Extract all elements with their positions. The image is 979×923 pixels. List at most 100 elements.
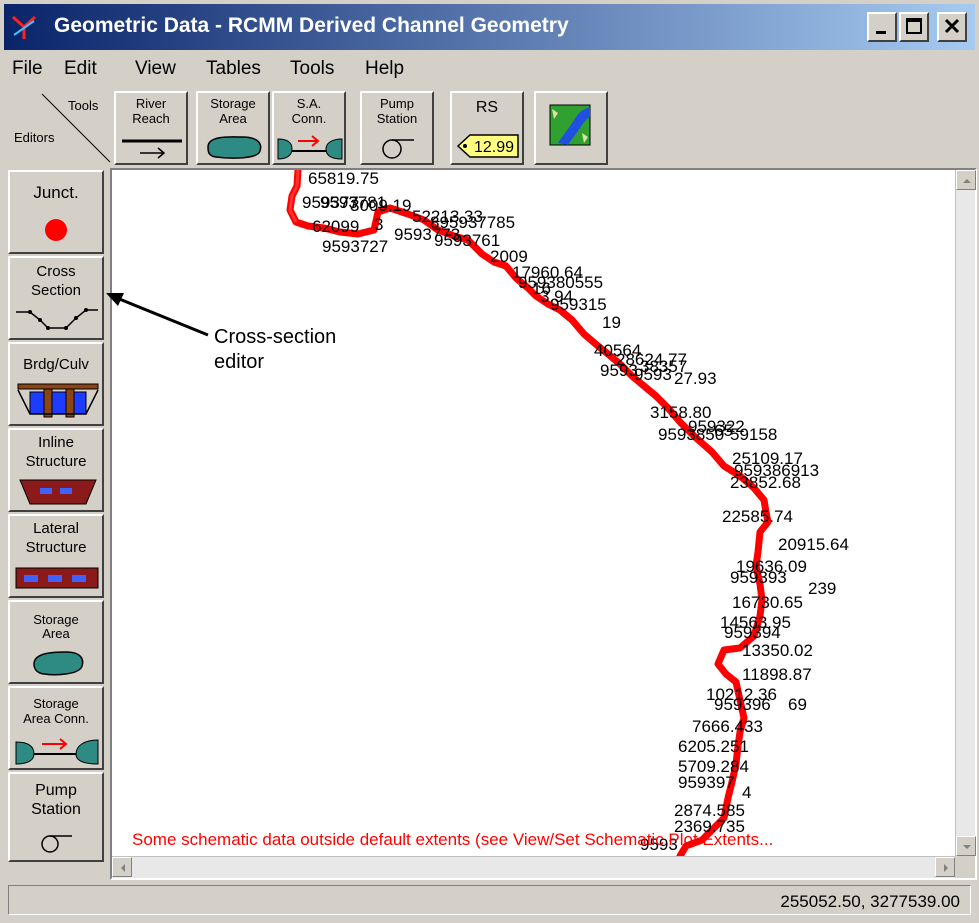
lateral-structure-label-2: Structure	[25, 539, 87, 556]
window-title: Geometric Data - RCMM Derived Channel Ge…	[54, 14, 569, 37]
storage-area-label-2: Area	[219, 111, 247, 126]
storage-area-conn-icon	[15, 738, 99, 765]
station-label: 6205.251	[678, 737, 749, 756]
storage-area-conn-label-2: Area Conn.	[23, 711, 89, 726]
sa-conn-label-1: S.A.	[296, 96, 322, 111]
station-label: 23852.68	[730, 473, 801, 492]
station-label: 19	[602, 313, 621, 332]
status-coordinates-cell: 255052.50, 3277539.00	[8, 885, 971, 915]
schematic-svg: 65819.7595937795937813009.1962099 3 52213.…	[286, 170, 849, 856]
rs-tag-value: 12.99	[474, 139, 514, 156]
tools-label: Tools	[68, 98, 99, 113]
river-reach-label-1: River	[135, 96, 167, 111]
scroll-left-button[interactable]	[112, 857, 132, 877]
menu-file[interactable]: File	[12, 58, 43, 80]
station-label: 27.93	[674, 369, 717, 388]
background-map-icon	[549, 104, 591, 146]
scroll-up-button[interactable]	[956, 170, 976, 190]
menu-help[interactable]: Help	[365, 58, 404, 80]
menu-bar: File Edit View Tables Tools Help	[4, 53, 975, 85]
station-label: 7666.433	[692, 717, 763, 736]
pump-station-label-2: Station	[376, 111, 418, 126]
arrow-right-icon	[944, 864, 948, 872]
arrow-left-icon	[121, 864, 125, 872]
pump-station-icon	[382, 139, 414, 159]
cross-section-label-2: Section	[30, 282, 82, 299]
river-reach-button[interactable]: River Reach	[114, 91, 188, 165]
arrow-up-icon	[963, 179, 971, 183]
cursor-coordinates: 255052.50, 3277539.00	[780, 892, 960, 911]
callout-line-2: editor	[214, 351, 265, 373]
title-bar[interactable]: Geometric Data - RCMM Derived Channel Ge…	[4, 4, 975, 50]
station-label: 4	[742, 783, 751, 802]
minimize-icon	[876, 31, 886, 34]
station-label: 22585.74	[722, 507, 793, 526]
cross-section-callout: Cross-section editor	[214, 325, 336, 375]
maximize-icon	[906, 18, 922, 34]
storage-area-icon	[33, 651, 84, 676]
inline-structure-editor-button[interactable]: Inline Structure	[8, 428, 104, 512]
station-label: 11898.87	[742, 665, 812, 684]
station-label: 9593	[634, 365, 672, 384]
station-label: 9593727	[322, 237, 388, 256]
station-label: 65819.75	[308, 170, 379, 188]
pump-station-label-1: Pump	[380, 96, 414, 111]
geometric-data-window: Geometric Data - RCMM Derived Channel Ge…	[0, 0, 979, 923]
pump-station-icon	[41, 835, 72, 853]
menu-edit[interactable]: Edit	[64, 58, 97, 80]
bridge-culvert-icon	[17, 383, 99, 418]
inline-structure-icon	[19, 479, 97, 505]
inline-structure-label-2: Structure	[25, 453, 87, 470]
menu-view[interactable]: View	[135, 58, 176, 80]
storage-area-tool-button[interactable]: Storage Area	[196, 91, 270, 165]
callout-line-1: Cross-section	[214, 326, 337, 348]
river-reach-label-2: Reach	[132, 111, 170, 126]
horizontal-scrollbar[interactable]	[112, 856, 955, 878]
station-label: 20915.64	[778, 535, 849, 554]
lateral-structure-icon	[15, 567, 99, 589]
cross-section-label-1: Cross	[36, 263, 76, 280]
schematic-plot[interactable]: 65819.75 959377 9593781 3009.19 62099 3 52213.…	[112, 170, 955, 856]
storage-area-editor-button[interactable]: Storage Area	[8, 600, 104, 684]
storage-area-conn-label-1: Storage	[33, 696, 79, 711]
pump-station-tool-button[interactable]: Pump Station	[360, 91, 434, 165]
junction-editor-button[interactable]: Junct.	[8, 170, 104, 254]
pump-station-editor-label-2: Station	[31, 801, 81, 818]
tools-toolbar: Tools Editors River Reach Storage Area S…	[4, 87, 975, 167]
scroll-down-button[interactable]	[956, 836, 976, 856]
cross-section-editor-button[interactable]: Cross Section	[8, 256, 104, 340]
minimize-button[interactable]	[867, 12, 897, 42]
close-button[interactable]	[937, 12, 967, 42]
storage-area-label-1: Storage	[210, 96, 256, 111]
station-label: 959397	[678, 773, 735, 792]
storage-area-icon	[207, 136, 262, 159]
junction-icon	[45, 219, 67, 241]
river-station-tag-icon: 12.99	[456, 134, 519, 158]
vertical-scrollbar[interactable]	[955, 170, 976, 856]
station-label: 9593	[600, 361, 638, 380]
schematic-canvas-frame: 65819.75 959377 9593781 3009.19 62099 3 52213.…	[110, 168, 977, 880]
menu-tools[interactable]: Tools	[290, 58, 334, 80]
status-bar: 255052.50, 3277539.00	[4, 883, 975, 919]
station-label: 62099	[312, 217, 359, 236]
extents-warning: Some schematic data outside default exte…	[132, 830, 774, 849]
sa-conn-label-2: Conn.	[291, 111, 327, 126]
lateral-structure-editor-button[interactable]: Lateral Structure	[8, 514, 104, 598]
river-station-button[interactable]: RS 12.99	[450, 91, 524, 165]
sa-connection-tool-button[interactable]: S.A. Conn.	[272, 91, 346, 165]
station-label: 16730.65	[732, 593, 803, 612]
pump-station-editor-button[interactable]: Pump Station	[8, 772, 104, 862]
diagonal-divider	[41, 93, 111, 163]
pump-station-editor-label-1: Pump	[35, 782, 77, 799]
bridge-culvert-editor-button[interactable]: Brdg/Culv	[8, 342, 104, 426]
background-map-button[interactable]	[534, 91, 608, 165]
storage-area-conn-editor-button[interactable]: Storage Area Conn.	[8, 686, 104, 770]
station-label: 59158	[730, 425, 777, 444]
maximize-button[interactable]	[899, 12, 929, 42]
scroll-right-button[interactable]	[935, 857, 955, 877]
menu-tables[interactable]: Tables	[206, 58, 261, 80]
arrow-down-icon	[963, 845, 971, 849]
scrollbar-corner	[955, 856, 975, 878]
inline-structure-label-1: Inline	[38, 434, 74, 451]
cross-section-icon	[16, 308, 98, 330]
